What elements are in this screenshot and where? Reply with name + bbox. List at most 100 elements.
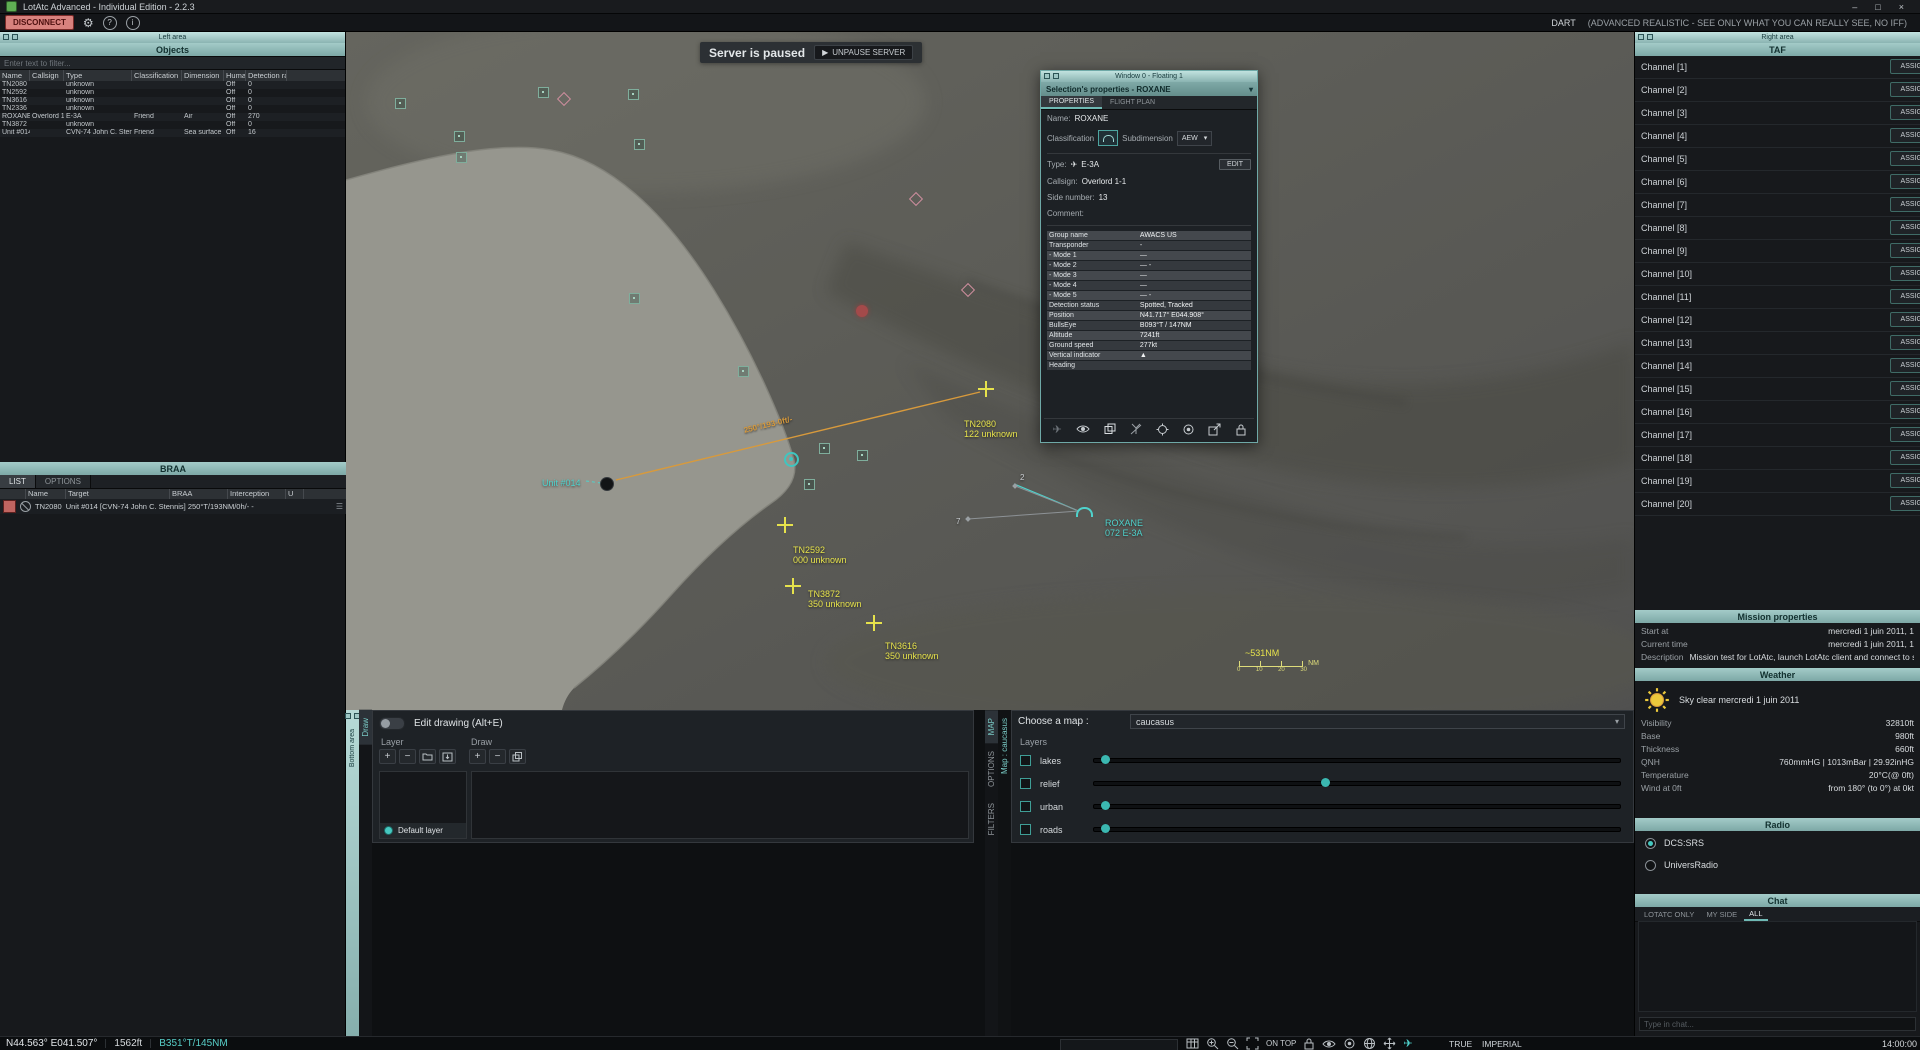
table-row[interactable]: TN2592unknownOff0 xyxy=(0,89,345,97)
delete-interception-button[interactable] xyxy=(3,500,16,513)
export-window-icon[interactable] xyxy=(1206,421,1224,437)
tab-map[interactable]: MAP xyxy=(985,710,998,743)
draw-copy-button[interactable] xyxy=(509,749,526,764)
chat-input[interactable] xyxy=(1639,1017,1916,1031)
assign-button[interactable]: ASSIGN xyxy=(1890,82,1920,97)
table-row[interactable]: Unit #014CVN-74 John C. StennisFriendSea… xyxy=(0,129,345,137)
carrier-plane-icon[interactable]: ✈ xyxy=(1403,1037,1412,1050)
checkbox-relief[interactable] xyxy=(1020,778,1031,789)
pan-move-icon[interactable] xyxy=(1383,1037,1396,1050)
tab-options[interactable]: OPTIONS xyxy=(985,743,998,795)
assign-button[interactable]: ASSIGN xyxy=(1890,105,1920,120)
table-row[interactable]: TN2336unknownOff0 xyxy=(0,105,345,113)
selection-properties-header[interactable]: Selection's properties - ROXANE ▾ xyxy=(1041,82,1257,96)
map-region[interactable]: TN2080122 unknownTN2592000 unknownTN3872… xyxy=(346,32,1634,710)
checkbox-lakes[interactable] xyxy=(1020,755,1031,766)
layer-save-button[interactable] xyxy=(439,749,456,764)
grid-icon[interactable] xyxy=(1186,1037,1199,1050)
radio-option-dcssrs[interactable]: DCS:SRS xyxy=(1635,832,1920,854)
map-select[interactable]: caucasus ▾ xyxy=(1130,714,1625,729)
table-row[interactable]: TN3616unknownOff0 xyxy=(0,97,345,105)
opacity-slider-urban[interactable] xyxy=(1093,804,1621,809)
edit-drawing-toggle[interactable] xyxy=(379,717,405,730)
settings-gear-icon[interactable]: ⚙ xyxy=(83,16,94,30)
tab-list[interactable]: LIST xyxy=(0,475,36,488)
classification-friend-air-icon[interactable] xyxy=(1098,130,1118,146)
strike-aircraft-icon[interactable]: ✈ xyxy=(1048,421,1066,437)
draw-objects-list[interactable] xyxy=(471,771,969,839)
disconnect-button[interactable]: DISCONNECT xyxy=(5,15,74,30)
draw-add-button[interactable]: + xyxy=(469,749,486,764)
slider-handle[interactable] xyxy=(1101,755,1110,764)
datalink-antenna-icon[interactable] xyxy=(1127,421,1145,437)
assign-button[interactable]: ASSIGN xyxy=(1890,174,1920,189)
tab-filters[interactable]: FILTERS xyxy=(985,795,998,843)
assign-button[interactable]: ASSIGN xyxy=(1890,381,1920,396)
slider-handle[interactable] xyxy=(1101,824,1110,833)
opacity-slider-roads[interactable] xyxy=(1093,827,1621,832)
dart-label[interactable]: DART xyxy=(1551,18,1575,28)
chat-tab-my-side[interactable]: MY SIDE xyxy=(1701,909,1742,920)
lock-icon[interactable] xyxy=(1303,1037,1315,1050)
chat-messages-area[interactable] xyxy=(1638,921,1917,1012)
tab-flight-plan[interactable]: FLIGHT PLAN xyxy=(1102,96,1163,109)
opacity-slider-lakes[interactable] xyxy=(1093,758,1621,763)
tab-properties[interactable]: PROPERTIES xyxy=(1041,96,1102,109)
assign-button[interactable]: ASSIGN xyxy=(1890,289,1920,304)
layer-remove-button[interactable]: − xyxy=(399,749,416,764)
draw-remove-button[interactable]: − xyxy=(489,749,506,764)
assign-button[interactable]: ASSIGN xyxy=(1890,450,1920,465)
assign-button[interactable]: ASSIGN xyxy=(1890,151,1920,166)
chat-tab-lotatc-only[interactable]: LOTATC ONLY xyxy=(1639,909,1699,920)
opacity-slider-relief[interactable] xyxy=(1093,781,1621,786)
center-crosshair-icon[interactable] xyxy=(1153,421,1171,437)
layer-open-button[interactable] xyxy=(419,749,436,764)
record-circle-icon[interactable] xyxy=(1179,421,1197,437)
assign-button[interactable]: ASSIGN xyxy=(1890,128,1920,143)
braa-row[interactable]: TN2080Unit #014 [CVN-74 John C. Stennis]… xyxy=(0,499,346,514)
unpause-server-button[interactable]: ▶ UNPAUSE SERVER xyxy=(814,45,913,60)
assign-button[interactable]: ASSIGN xyxy=(1890,197,1920,212)
radio-option-universradio[interactable]: UniversRadio xyxy=(1635,854,1920,876)
checkbox-roads[interactable] xyxy=(1020,824,1031,835)
globe-icon[interactable] xyxy=(1363,1037,1376,1050)
assign-button[interactable]: ASSIGN xyxy=(1890,427,1920,442)
edit-type-button[interactable]: EDIT xyxy=(1219,159,1251,170)
table-row[interactable]: TN3872unknownOff0 xyxy=(0,121,345,129)
eye-icon[interactable] xyxy=(1322,1039,1336,1049)
right-area-header[interactable]: Right area xyxy=(1635,32,1920,43)
assign-button[interactable]: ASSIGN xyxy=(1890,358,1920,373)
subdimension-select[interactable]: AEW ▾ xyxy=(1177,131,1212,146)
info-icon[interactable]: i xyxy=(126,16,140,30)
tab-options[interactable]: OPTIONS xyxy=(36,475,91,488)
zoom-out-icon[interactable] xyxy=(1226,1037,1239,1050)
assign-button[interactable]: ASSIGN xyxy=(1890,496,1920,511)
fullscreen-icon[interactable] xyxy=(1246,1037,1259,1050)
assign-button[interactable]: ASSIGN xyxy=(1890,312,1920,327)
minimize-button[interactable]: – xyxy=(1852,2,1857,12)
assign-button[interactable]: ASSIGN xyxy=(1890,266,1920,281)
slider-handle[interactable] xyxy=(1101,801,1110,810)
floating-window-titlebar[interactable]: Window 0 - Floating 1 xyxy=(1041,71,1257,82)
close-button[interactable]: × xyxy=(1899,2,1904,12)
map-tab-title-strip[interactable]: Map : caucasus xyxy=(998,710,1011,1036)
assign-button[interactable]: ASSIGN xyxy=(1890,404,1920,419)
bottom-area-header[interactable]: Bottom area xyxy=(346,710,359,1036)
assign-button[interactable]: ASSIGN xyxy=(1890,335,1920,350)
lock-icon[interactable] xyxy=(1232,421,1250,437)
objects-filter-input[interactable] xyxy=(0,56,345,70)
chat-tab-all[interactable]: ALL xyxy=(1744,908,1767,921)
zoom-in-icon[interactable] xyxy=(1206,1037,1219,1050)
checkbox-urban[interactable] xyxy=(1020,801,1031,812)
assign-button[interactable]: ASSIGN xyxy=(1890,473,1920,488)
statusbar-input[interactable] xyxy=(1060,1039,1178,1050)
help-icon[interactable]: ? xyxy=(103,16,117,30)
slider-handle[interactable] xyxy=(1321,778,1330,787)
default-layer-item[interactable]: Default layer xyxy=(380,823,466,838)
assign-button[interactable]: ASSIGN xyxy=(1890,220,1920,235)
table-row[interactable]: TN2080unknownOff0 xyxy=(0,81,345,89)
row-menu-icon[interactable]: ☰ xyxy=(336,502,343,511)
maximize-button[interactable]: □ xyxy=(1875,2,1880,12)
units-toggle[interactable]: IMPERIAL xyxy=(1482,1039,1522,1049)
assign-button[interactable]: ASSIGN xyxy=(1890,243,1920,258)
